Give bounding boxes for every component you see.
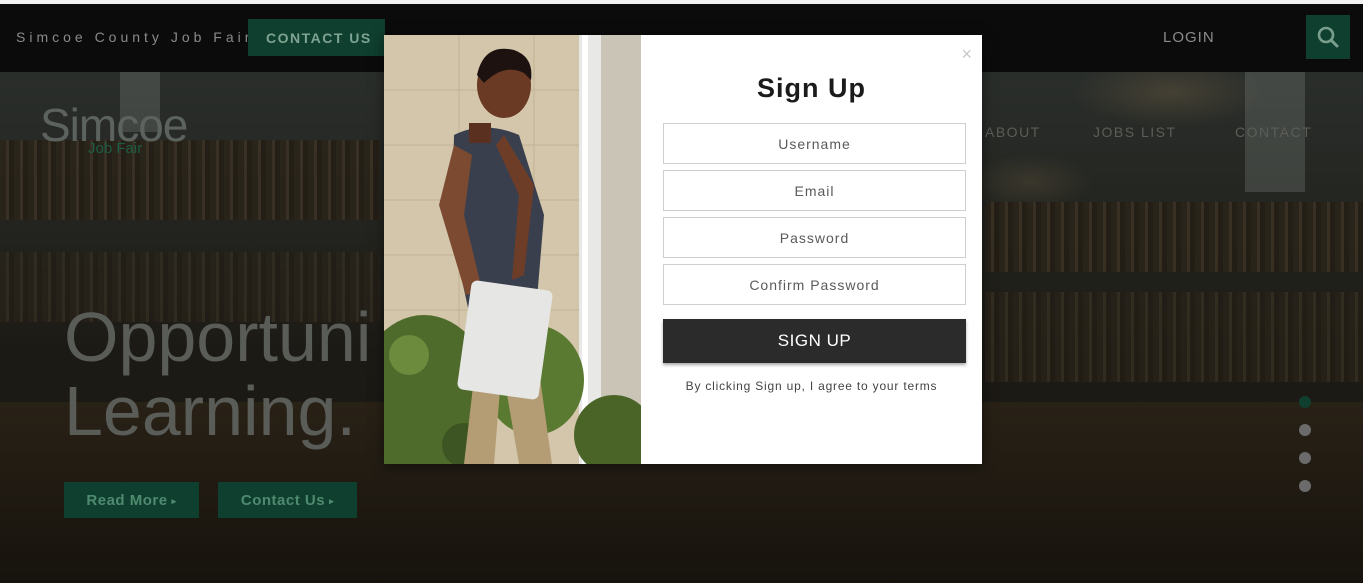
- terms-text: By clicking Sign up, I agree to your ter…: [685, 379, 938, 393]
- confirm-password-field[interactable]: [663, 264, 966, 305]
- bookshelf: [0, 140, 380, 220]
- carousel-dot-3[interactable]: [1299, 452, 1311, 464]
- contact-us-button[interactable]: CONTACT US: [248, 19, 385, 56]
- caret-right-icon: ▸: [171, 495, 177, 506]
- email-field[interactable]: [663, 170, 966, 211]
- username-field[interactable]: [663, 123, 966, 164]
- bookshelf: [985, 202, 1363, 272]
- nav-contact[interactable]: CONTACT: [1235, 124, 1312, 140]
- search-icon: [1317, 26, 1339, 48]
- carousel-dot-1[interactable]: [1299, 396, 1311, 408]
- login-link[interactable]: LOGIN: [1163, 29, 1215, 46]
- headline-line: Opportuni: [64, 298, 372, 376]
- student-photo: [384, 35, 641, 464]
- bookshelf: [985, 292, 1363, 382]
- carousel-dot-2[interactable]: [1299, 424, 1311, 436]
- contact-us-label: Contact Us: [240, 491, 326, 509]
- sign-up-button[interactable]: SIGN UP: [663, 319, 966, 363]
- modal-title: Sign Up: [757, 73, 866, 103]
- read-more-button[interactable]: Read More ▸: [64, 482, 199, 518]
- caret-right-icon: ▸: [329, 495, 335, 506]
- logo-subtext: Job Fair: [88, 140, 143, 157]
- signup-form: × Sign Up SIGN UP By clicking Sign up, I…: [641, 35, 982, 464]
- nav-about[interactable]: ABOUT: [985, 124, 1041, 140]
- nav-jobs-list[interactable]: JOBS LIST: [1093, 124, 1177, 140]
- read-more-label: Read More: [86, 491, 168, 509]
- search-button[interactable]: [1306, 15, 1350, 59]
- hero-headline: Opportuni Learning.: [64, 300, 371, 448]
- site-logo[interactable]: Simcoe Job Fair: [40, 100, 188, 157]
- password-field[interactable]: [663, 217, 966, 258]
- student-illustration: [384, 35, 641, 464]
- hero-contact-button[interactable]: Contact Us ▸: [218, 482, 357, 518]
- close-icon[interactable]: ×: [961, 45, 972, 63]
- site-name[interactable]: Simcoe County Job Fair: [16, 29, 253, 45]
- carousel-dot-4[interactable]: [1299, 480, 1311, 492]
- headline-line: Learning.: [64, 372, 356, 450]
- signup-modal: × Sign Up SIGN UP By clicking Sign up, I…: [384, 35, 982, 464]
